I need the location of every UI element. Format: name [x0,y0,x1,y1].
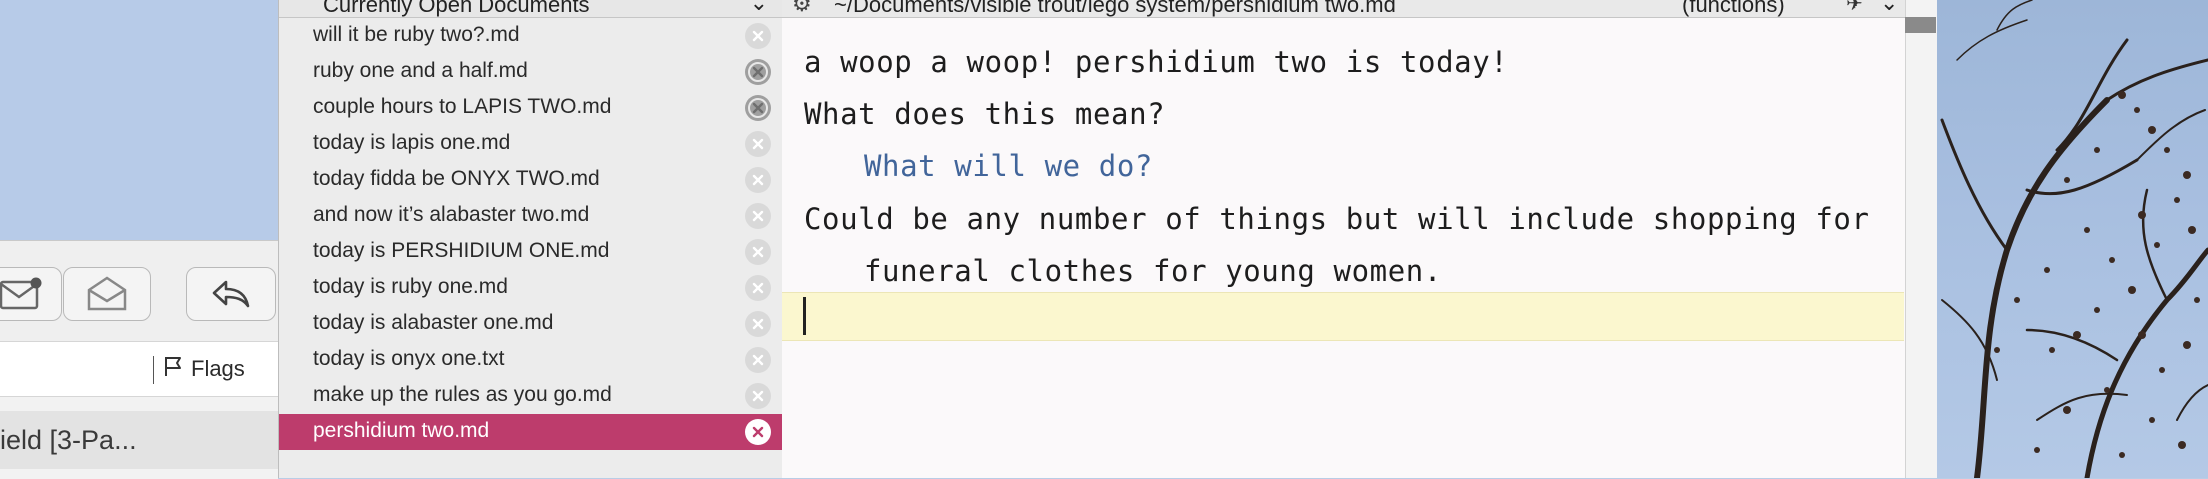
scrollbar-thumb[interactable] [1905,17,1936,33]
close-document-icon[interactable] [745,239,771,265]
text-editor[interactable]: ⚙ ~/Documents/visible trout/lego system/… [782,0,1905,478]
gear-icon[interactable]: ⚙ [792,0,812,17]
chevron-down-icon[interactable]: ⌄ [1880,0,1898,16]
envelope-badge-icon [0,277,44,311]
document-name: ruby one and a half.md [313,59,528,82]
editor-navigation-bar: ⚙ ~/Documents/visible trout/lego system/… [782,0,1905,18]
open-documents-panel: Currently Open Documents ⌄ will it be ru… [278,0,783,478]
document-name: today is PERSHIDIUM ONE.md [313,239,610,262]
document-name: couple hours to LAPIS TWO.md [313,95,612,118]
mail-toolbar [0,241,278,341]
close-document-icon[interactable] [745,311,771,337]
document-name: today is alabaster one.md [313,311,554,334]
document-list-item[interactable]: ruby one and a half.md [279,54,782,90]
text-line-1: a woop a woop! pershidium two is today! [804,45,1509,79]
document-name: today is ruby one.md [313,275,508,298]
text-line-4: Could be any number of things but will i… [804,202,1870,236]
text-cursor [803,297,806,335]
text-line-heading: What will we do? [864,149,1153,183]
new-message-button[interactable] [63,267,151,321]
close-document-icon[interactable] [745,347,771,373]
document-list-item[interactable]: couple hours to LAPIS TWO.md [279,90,782,126]
text-line-2: What does this mean? [804,97,1166,131]
document-list-item[interactable]: today is ruby one.md [279,270,782,306]
document-name: today is onyx one.txt [313,347,505,370]
close-document-icon[interactable] [745,131,771,157]
vertical-scrollbar[interactable] [1905,0,1938,478]
close-document-icon[interactable] [745,167,771,193]
document-list-item[interactable]: today is alabaster one.md [279,306,782,342]
document-list-item[interactable]: pershidium two.md [279,414,782,450]
close-document-icon[interactable] [745,203,771,229]
flags-label: Flags [191,356,245,381]
message-preview: ield [3-Pa... [0,425,137,455]
chevron-down-icon[interactable]: ⌄ [750,0,768,16]
document-name: today is lapis one.md [313,131,511,154]
reply-button[interactable] [186,267,276,321]
document-name: today fidda be ONYX TWO.md [313,167,600,190]
file-path-popup[interactable]: ~/Documents/visible trout/lego system/pe… [834,0,1396,17]
document-list-item[interactable]: and now it’s alabaster two.md [279,198,782,234]
open-documents-header[interactable]: Currently Open Documents ⌄ [279,0,782,18]
flag-icon [163,355,183,383]
close-document-icon[interactable] [745,275,771,301]
message-list-row[interactable]: ield [3-Pa... [0,411,278,469]
open-documents-title: Currently Open Documents [323,0,590,17]
document-name: will it be ruby two?.md [313,23,520,46]
mail-window: Flags ield [3-Pa... [0,240,278,479]
document-name: pershidium two.md [313,419,490,442]
close-document-icon[interactable] [745,59,771,85]
close-document-icon[interactable] [745,23,771,49]
reply-arrow-icon [210,278,252,310]
document-list-item[interactable]: today fidda be ONYX TWO.md [279,162,782,198]
mail-filter-bar: Flags [0,341,278,397]
current-line-highlight [782,292,1904,341]
document-name: make up the rules as you go.md [313,383,612,406]
desktop-photo-trees [1937,0,2208,478]
document-list-item[interactable]: will it be ruby two?.md [279,18,782,54]
close-document-icon[interactable] [745,383,771,409]
pin-icon[interactable]: ✈ [1846,0,1863,16]
document-list-item[interactable]: today is lapis one.md [279,126,782,162]
document-list-item[interactable]: today is onyx one.txt [279,342,782,378]
close-document-icon[interactable] [745,95,771,121]
divider [153,356,154,384]
document-list-item[interactable]: make up the rules as you go.md [279,378,782,414]
flags-button[interactable]: Flags [163,354,245,384]
document-list-item[interactable]: today is PERSHIDIUM ONE.md [279,234,782,270]
text-line-4-wrapped: funeral clothes for young women. [864,254,1442,288]
functions-popup[interactable]: (functions) [1682,0,1785,17]
envelope-open-icon [86,276,128,312]
document-name: and now it’s alabaster two.md [313,203,590,226]
get-mail-button[interactable] [0,267,62,321]
close-document-icon[interactable] [745,419,771,445]
